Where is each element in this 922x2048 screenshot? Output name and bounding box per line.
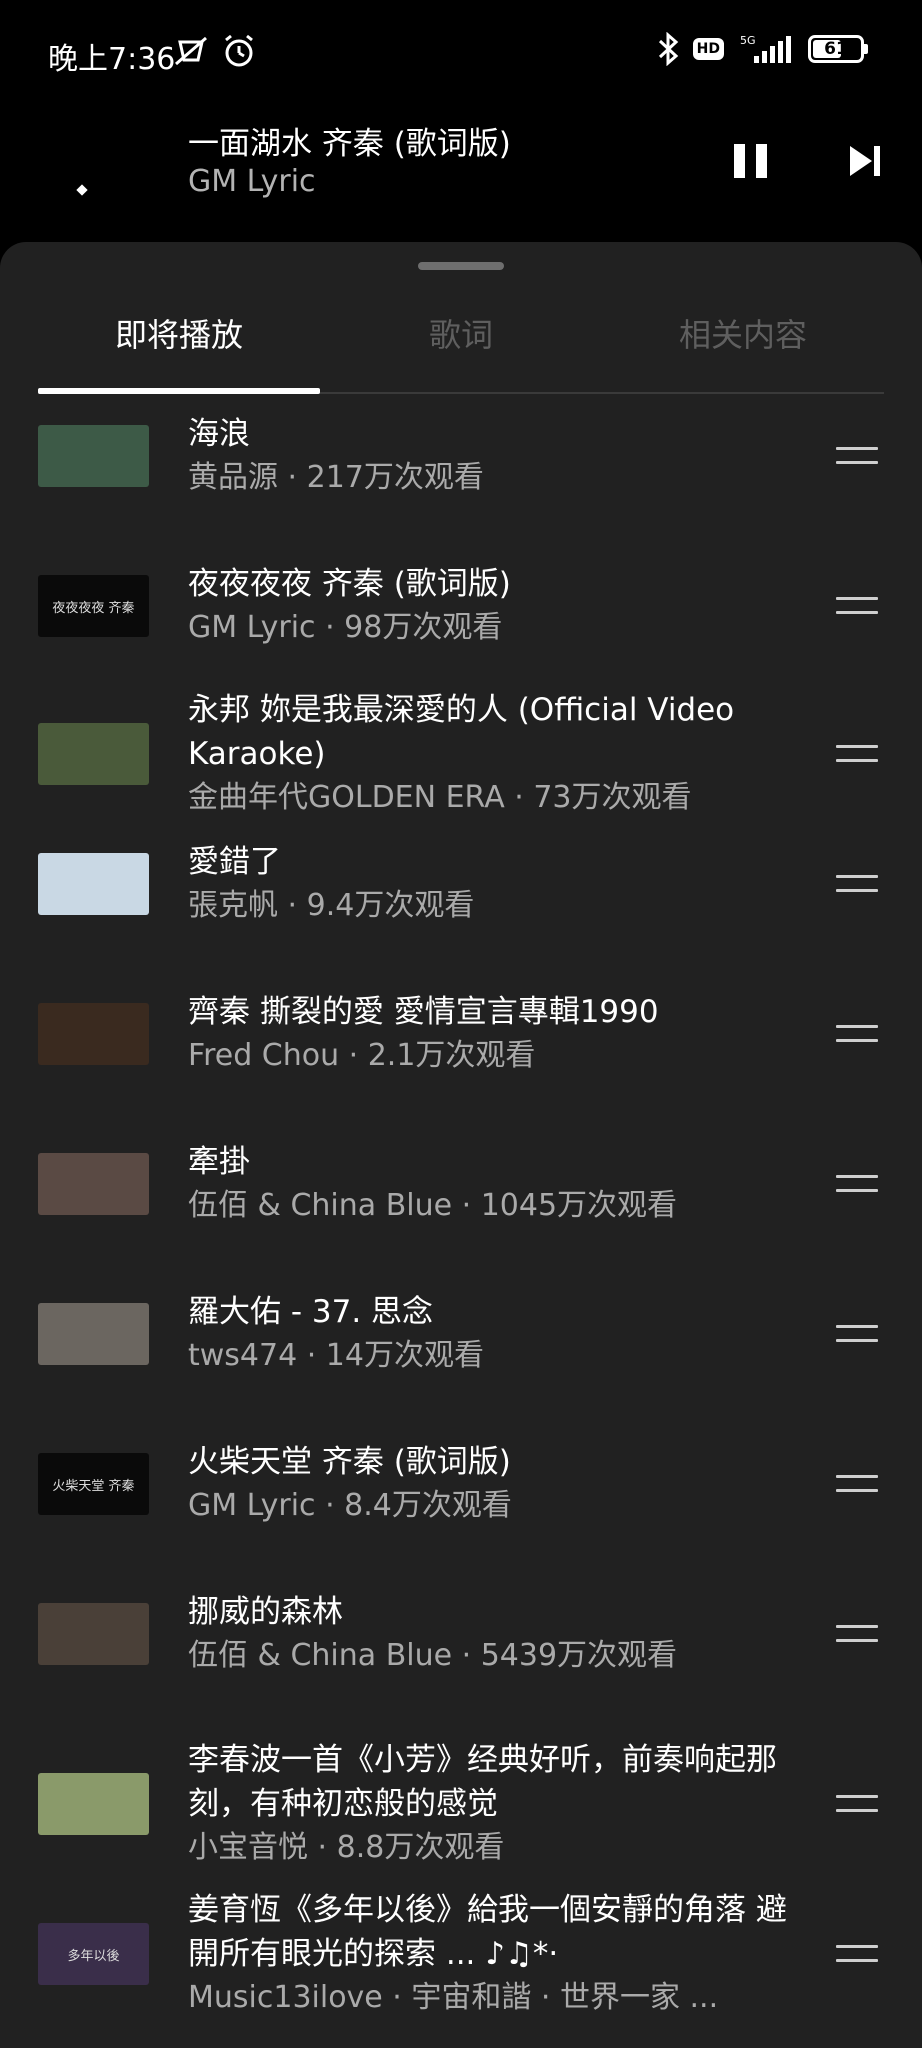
queue-item-thumbnail[interactable]: 夜夜夜夜 齐秦 (38, 575, 149, 637)
drag-handle-icon[interactable] (836, 1625, 878, 1643)
queue-item[interactable]: 火柴天堂 齐秦 火柴天堂 齐秦 (歌词版) GM Lyric · 8.4万次观看 (0, 1422, 922, 1572)
queue-item[interactable]: 牽掛伍佰 & China Blue · 1045万次观看 (0, 1122, 922, 1272)
queue-item-subtitle: GM Lyric · 8.4万次观看 (188, 1488, 512, 1523)
pause-icon[interactable] (734, 144, 770, 180)
queue-item[interactable]: 海浪黄品源 · 217万次观看 (0, 394, 922, 544)
drag-handle-icon[interactable] (836, 447, 878, 465)
tab-bar: 即将播放 歌词 相关内容 (38, 302, 884, 394)
drag-handle-icon[interactable] (836, 1025, 878, 1043)
bluetooth-icon (658, 32, 678, 66)
drag-handle-icon[interactable] (836, 1175, 878, 1193)
queue-item-subtitle: Music13ilove · 宇宙和諧 · 世界一家 ... (188, 1980, 719, 2015)
now-playing-thumbnail[interactable] (38, 106, 148, 216)
queue-item-thumbnail[interactable] (38, 1603, 149, 1665)
queue-item-thumbnail[interactable] (38, 425, 149, 487)
queue-item-title: 姜育恆《多年以後》給我一個安靜的角落 避開所有眼光的探索 ... ♪♫*· (188, 1892, 787, 1972)
now-playing-artist: GM Lyric (188, 164, 316, 199)
queue-item-title: 牽掛 (188, 1144, 250, 1180)
queue-item-thumbnail[interactable] (38, 853, 149, 915)
queue-item-title: 挪威的森林 (188, 1594, 343, 1630)
queue-item-thumbnail[interactable]: 火柴天堂 齐秦 (38, 1453, 149, 1515)
queue-item-subtitle: 伍佰 & China Blue · 5439万次观看 (188, 1638, 678, 1673)
drag-handle-icon[interactable] (836, 1795, 878, 1813)
skip-next-icon[interactable] (848, 144, 884, 178)
signal-icon: 5G (740, 34, 791, 63)
queue-item[interactable]: 永邦 妳是我最深愛的人 (Official Video Karaoke) 金曲年代… (0, 670, 922, 820)
alarm-icon (225, 34, 253, 67)
queue-item-title: 羅大佑 - 37. 思念 (188, 1294, 434, 1330)
queue-item[interactable]: 李春波一首《小芳》经典好听，前奏响起那刻，有种初恋般的感觉小宝音悦 · 8.8万… (0, 1720, 922, 1870)
queue-item[interactable]: 愛錯了張克帆 · 9.4万次观看 (0, 822, 922, 972)
queue-item-subtitle: GM Lyric · 98万次观看 (188, 610, 503, 645)
queue-item[interactable]: 多年以後 姜育恆《多年以後》給我一個安靜的角落 避開所有眼光的探索 ... ♪♫*… (0, 1870, 922, 2020)
queue-item-thumbnail[interactable] (38, 1303, 149, 1365)
drag-handle-icon[interactable] (836, 597, 878, 615)
sheet-drag-handle[interactable] (418, 262, 504, 270)
drag-handle-icon[interactable] (836, 1325, 878, 1343)
queue-item-title: 李春波一首《小芳》经典好听，前奏响起那刻，有种初恋般的感觉 (188, 1742, 777, 1822)
drag-handle-icon[interactable] (836, 875, 878, 893)
thumbnail-caption: 夜夜夜夜 齐秦 (52, 600, 135, 616)
queue-item-subtitle: Fred Chou · 2.1万次观看 (188, 1038, 536, 1073)
queue-item-title: 齊秦 撕裂的愛 愛情宣言專輯1990 (188, 994, 659, 1030)
queue-item-title: 永邦 妳是我最深愛的人 (Official Video Karaoke) (188, 692, 735, 772)
queue-item[interactable]: 挪威的森林伍佰 & China Blue · 5439万次观看 (0, 1572, 922, 1722)
drag-handle-icon[interactable] (836, 1475, 878, 1493)
queue-item-subtitle: 張克帆 · 9.4万次观看 (188, 888, 475, 923)
drag-handle-icon[interactable] (836, 745, 878, 763)
queue-item-thumbnail[interactable] (38, 723, 149, 785)
drag-handle-icon[interactable] (836, 1945, 878, 1963)
tab-related[interactable]: 相关内容 (602, 302, 884, 392)
battery-level: 61 (824, 39, 848, 59)
now-playing-title[interactable]: 一面湖水 齐秦 (歌词版) (188, 118, 511, 163)
mini-player[interactable]: 一面湖水 齐秦 (歌词版) GM Lyric (0, 100, 922, 242)
queue-item-subtitle: 黄品源 · 217万次观看 (188, 460, 484, 495)
queue-item-subtitle: tws474 · 14万次观看 (188, 1338, 484, 1373)
tab-up-next[interactable]: 即将播放 (38, 302, 320, 392)
queue-item-thumbnail[interactable]: 多年以後 (38, 1923, 149, 1985)
queue-sheet: 即将播放 歌词 相关内容 海浪黄品源 · 217万次观看夜夜夜夜 齐秦 夜夜夜夜 … (0, 242, 922, 2048)
queue-item-thumbnail[interactable] (38, 1773, 149, 1835)
status-time: 晚上7:36 (48, 42, 176, 77)
queue-item-title: 海浪 (188, 416, 250, 452)
queue-item-subtitle: 金曲年代GOLDEN ERA · 73万次观看 (188, 780, 692, 815)
queue-item[interactable]: 羅大佑 - 37. 思念 tws474 · 14万次观看 (0, 1272, 922, 1422)
status-bar: 晚上7:36 HD 5G 61 (0, 0, 922, 100)
queue-item-subtitle: 小宝音悦 · 8.8万次观看 (188, 1830, 505, 1865)
queue-item[interactable]: 齊秦 撕裂的愛 愛情宣言專輯1990 Fred Chou · 2.1万次观看 (0, 972, 922, 1122)
queue-item-title: 夜夜夜夜 齐秦 (歌词版) (188, 566, 511, 602)
queue-item-thumbnail[interactable] (38, 1003, 149, 1065)
queue-item-thumbnail[interactable] (38, 1153, 149, 1215)
thumbnail-caption: 火柴天堂 齐秦 (52, 1478, 135, 1494)
hd-badge: HD (692, 38, 724, 60)
network-type: 5G (740, 34, 756, 47)
queue-item-title: 火柴天堂 齐秦 (歌词版) (188, 1444, 511, 1480)
tab-lyrics[interactable]: 歌词 (320, 302, 602, 392)
thumbnail-caption: 多年以後 (67, 1948, 120, 1964)
queue-item-subtitle: 伍佰 & China Blue · 1045万次观看 (188, 1188, 678, 1223)
battery-indicator: 61 (808, 35, 864, 63)
vibrate-mute-icon (175, 36, 207, 66)
queue-item-title: 愛錯了 (188, 844, 281, 880)
